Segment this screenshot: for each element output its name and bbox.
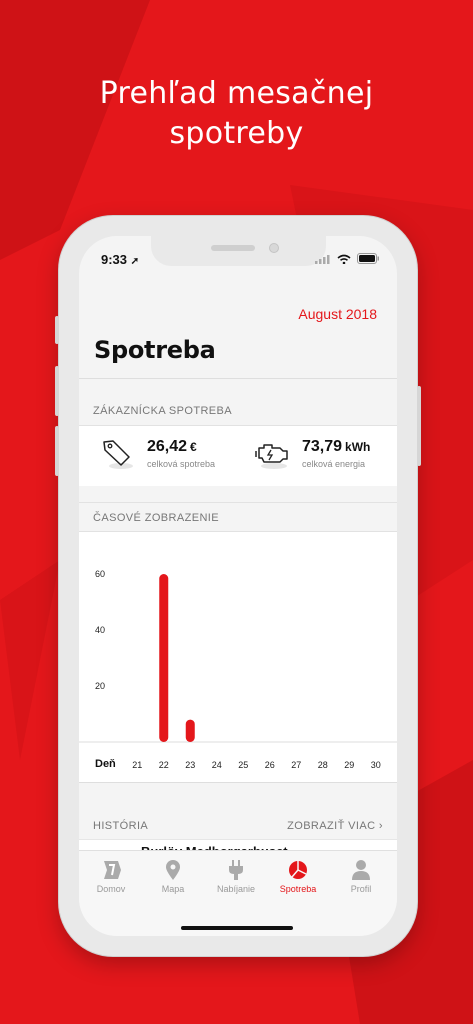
y-tick-label: 20 — [95, 681, 105, 691]
consumption-chart: 20 40 60 Deň 21 22 23 24 25 26 27 28 29 30 — [79, 532, 397, 782]
customer-consumption-header: ZÁKAZNÍCKA SPOTREBA — [79, 396, 397, 426]
x-tick-label: 27 — [291, 760, 301, 770]
x-tick-label: 23 — [185, 760, 195, 770]
time-view-header: ČASOVÉ ZOBRAZENIE — [79, 502, 397, 532]
consumption-summary-card: 26,42 € celková spotreba 73,79 kWh celková… — [79, 426, 397, 486]
notch — [151, 236, 326, 266]
total-energy-label: celková energia — [302, 459, 366, 469]
camera — [269, 243, 279, 253]
total-cost-unit: € — [190, 440, 197, 454]
x-tick-label: 26 — [265, 760, 275, 770]
status-time: 9:33 ➚ — [101, 252, 139, 267]
tab-bar: Domov Mapa Nabíjanie Spotreba Profil — [79, 850, 397, 936]
tab-domov[interactable]: Domov — [81, 859, 141, 894]
show-more-label: ZOBRAZIŤ VIAC — [287, 820, 376, 832]
headline-line-2: spotreby — [169, 116, 304, 151]
logo-icon — [104, 861, 121, 879]
total-cost-value: 26,42 — [147, 438, 188, 455]
tab-profil[interactable]: Profil — [331, 859, 391, 894]
pie-chart-icon — [289, 861, 307, 879]
x-tick-label: 28 — [318, 760, 328, 770]
title-divider — [79, 378, 397, 379]
app-screen: 9:33 ➚ August 2018 Spotreba ZÁKAZNÍCKA S… — [79, 236, 397, 936]
tab-mapa[interactable]: Mapa — [143, 859, 203, 894]
x-tick-label: 29 — [344, 760, 354, 770]
chart-bar — [185, 719, 195, 742]
tab-nabijanie[interactable]: Nabíjanie — [206, 859, 266, 894]
x-axis-label: Deň — [95, 758, 116, 770]
tab-profil-label: Profil — [350, 884, 372, 894]
phone-volume-up-button — [55, 366, 59, 416]
consumption-chart-svg: 20 40 60 Deň 21 22 23 24 25 26 27 28 29 30 — [79, 569, 397, 770]
status-icons — [315, 253, 379, 264]
total-energy-unit: kWh — [345, 440, 371, 454]
phone-power-button — [417, 386, 421, 466]
map-pin-icon — [166, 860, 180, 880]
tab-domov-label: Domov — [96, 884, 126, 894]
speaker — [211, 245, 255, 251]
signal-icon — [315, 254, 330, 264]
tab-spotreba[interactable]: Spotreba — [268, 859, 328, 894]
tab-nabijanie-label: Nabíjanie — [216, 884, 256, 894]
x-tick-label: 22 — [159, 760, 169, 770]
month-selector[interactable]: August 2018 — [298, 306, 377, 322]
tab-spotreba-label: Spotreba — [279, 884, 317, 894]
plug-icon — [229, 860, 243, 880]
status-time-text: 9:33 — [101, 252, 128, 267]
chevron-right-icon: › — [378, 820, 383, 832]
engine-icon — [255, 444, 288, 469]
total-cost-label: celková spotreba — [147, 459, 216, 469]
x-tick-label: 30 — [371, 760, 381, 770]
user-icon — [352, 860, 370, 880]
history-header: HISTÓRIA — [93, 820, 149, 832]
home-indicator — [181, 926, 293, 930]
history-header-row: HISTÓRIA ZOBRAZIŤ VIAC › — [79, 812, 397, 842]
headline-line-1: Prehľad mesačnej — [99, 76, 374, 111]
tab-mapa-label: Mapa — [161, 884, 185, 894]
price-tag-icon — [103, 440, 133, 469]
show-more-link[interactable]: ZOBRAZIŤ VIAC › — [287, 820, 383, 832]
wifi-icon — [337, 254, 351, 264]
x-tick-label: 25 — [238, 760, 248, 770]
headline: Prehľad mesačnej spotreby — [0, 74, 473, 154]
phone-mute-button — [55, 316, 59, 344]
battery-icon — [357, 253, 379, 264]
chart-bar — [159, 574, 169, 742]
x-tick-label: 21 — [132, 760, 142, 770]
total-energy-value: 73,79 — [302, 438, 343, 455]
total-cost-stat: 26,42 € celková spotreba — [101, 438, 215, 470]
x-tick-label: 24 — [212, 760, 222, 770]
total-energy-stat: 73,79 kWh celková energia — [254, 438, 370, 470]
y-tick-label: 40 — [95, 625, 105, 635]
y-tick-label: 60 — [95, 569, 105, 579]
location-arrow-icon: ➚ — [130, 256, 140, 267]
phone-volume-down-button — [55, 426, 59, 476]
phone-frame: 9:33 ➚ August 2018 Spotreba ZÁKAZNÍCKA S… — [55, 216, 421, 956]
chart-divider — [79, 782, 397, 783]
page-title: Spotreba — [94, 336, 216, 364]
